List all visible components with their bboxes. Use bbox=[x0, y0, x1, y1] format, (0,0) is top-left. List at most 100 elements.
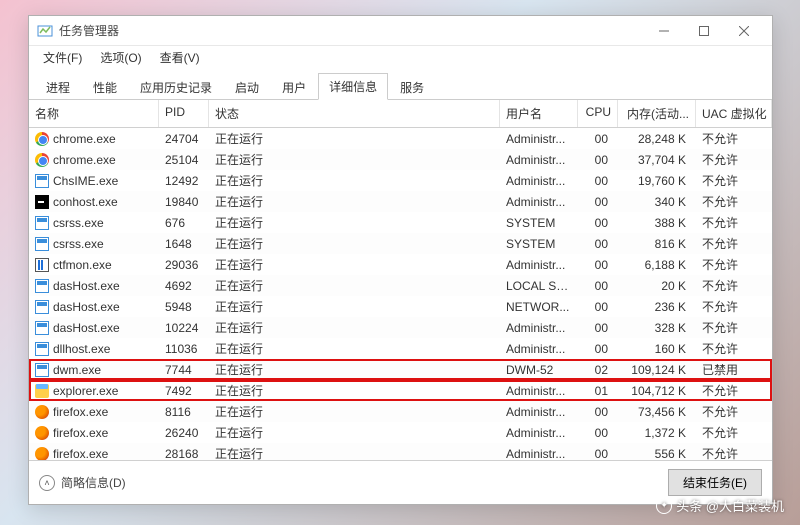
menu-item-0[interactable]: 文件(F) bbox=[35, 47, 90, 68]
process-pid: 12492 bbox=[159, 174, 209, 188]
process-row[interactable]: chrome.exe25104正在运行Administr...0037,704 … bbox=[29, 149, 772, 170]
process-cpu: 00 bbox=[578, 132, 618, 146]
menu-bar: 文件(F)选项(O)查看(V) bbox=[29, 46, 772, 68]
process-uac: 不允许 bbox=[696, 340, 772, 357]
process-icon bbox=[35, 132, 49, 146]
process-memory: 340 K bbox=[618, 195, 696, 209]
tab-bar: 进程性能应用历史记录启动用户详细信息服务 bbox=[29, 68, 772, 100]
process-memory: 816 K bbox=[618, 237, 696, 251]
tab-6[interactable]: 服务 bbox=[389, 74, 435, 100]
process-user: Administr... bbox=[500, 405, 578, 419]
process-name: dasHost.exe bbox=[53, 321, 120, 335]
col-header-status[interactable]: 状态 bbox=[209, 100, 500, 127]
process-icon bbox=[35, 405, 49, 419]
fewer-details-label: 简略信息(D) bbox=[61, 474, 126, 491]
process-uac: 不允许 bbox=[696, 151, 772, 168]
process-name: dasHost.exe bbox=[53, 300, 120, 314]
process-status: 正在运行 bbox=[209, 298, 500, 315]
process-list[interactable]: chrome.exe24704正在运行Administr...0028,248 … bbox=[29, 128, 772, 460]
process-icon bbox=[35, 447, 49, 461]
process-icon bbox=[35, 216, 49, 230]
menu-item-1[interactable]: 选项(O) bbox=[92, 47, 149, 68]
process-icon bbox=[35, 384, 49, 398]
process-status: 正在运行 bbox=[209, 256, 500, 273]
col-header-pid[interactable]: PID bbox=[159, 100, 209, 127]
process-user: DWM-52 bbox=[500, 363, 578, 377]
col-header-uac[interactable]: UAC 虚拟化 bbox=[696, 100, 772, 127]
process-pid: 7744 bbox=[159, 363, 209, 377]
process-status: 正在运行 bbox=[209, 319, 500, 336]
col-header-name[interactable]: 名称 bbox=[29, 100, 159, 127]
process-row[interactable]: dasHost.exe5948正在运行NETWOR...00236 K不允许 bbox=[29, 296, 772, 317]
process-pid: 26240 bbox=[159, 426, 209, 440]
process-row[interactable]: firefox.exe28168正在运行Administr...00556 K不… bbox=[29, 443, 772, 460]
process-row[interactable]: dllhost.exe11036正在运行Administr...00160 K不… bbox=[29, 338, 772, 359]
process-uac: 不允许 bbox=[696, 130, 772, 147]
process-memory: 109,124 K bbox=[618, 363, 696, 377]
process-row[interactable]: firefox.exe8116正在运行Administr...0073,456 … bbox=[29, 401, 772, 422]
close-button[interactable] bbox=[724, 17, 764, 45]
process-cpu: 00 bbox=[578, 258, 618, 272]
process-name: csrss.exe bbox=[53, 237, 104, 251]
process-row[interactable]: chrome.exe24704正在运行Administr...0028,248 … bbox=[29, 128, 772, 149]
process-row[interactable]: firefox.exe26240正在运行Administr...001,372 … bbox=[29, 422, 772, 443]
table-header-row: 名称 PID 状态 用户名 CPU 内存(活动... UAC 虚拟化 bbox=[29, 100, 772, 128]
col-header-user[interactable]: 用户名 bbox=[500, 100, 578, 127]
process-row[interactable]: dasHost.exe10224正在运行Administr...00328 K不… bbox=[29, 317, 772, 338]
col-header-cpu[interactable]: CPU bbox=[578, 100, 618, 127]
process-cpu: 00 bbox=[578, 321, 618, 335]
process-pid: 8116 bbox=[159, 405, 209, 419]
title-bar[interactable]: 任务管理器 bbox=[29, 16, 772, 46]
process-row[interactable]: ctfmon.exe29036正在运行Administr...006,188 K… bbox=[29, 254, 772, 275]
tab-3[interactable]: 启动 bbox=[224, 74, 270, 100]
tab-5[interactable]: 详细信息 bbox=[318, 73, 388, 100]
process-row[interactable]: ChsIME.exe12492正在运行Administr...0019,760 … bbox=[29, 170, 772, 191]
process-icon bbox=[35, 300, 49, 314]
process-cpu: 00 bbox=[578, 405, 618, 419]
process-pid: 11036 bbox=[159, 342, 209, 356]
process-user: Administr... bbox=[500, 153, 578, 167]
process-icon bbox=[35, 426, 49, 440]
process-status: 正在运行 bbox=[209, 130, 500, 147]
process-name: conhost.exe bbox=[53, 195, 118, 209]
process-uac: 不允许 bbox=[696, 256, 772, 273]
maximize-button[interactable] bbox=[684, 17, 724, 45]
process-icon bbox=[35, 363, 49, 377]
process-pid: 19840 bbox=[159, 195, 209, 209]
process-row[interactable]: explorer.exe7492正在运行Administr...01104,71… bbox=[29, 380, 772, 401]
col-header-memory[interactable]: 内存(活动... bbox=[618, 100, 696, 127]
process-uac: 不允许 bbox=[696, 424, 772, 441]
process-memory: 73,456 K bbox=[618, 405, 696, 419]
process-pid: 7492 bbox=[159, 384, 209, 398]
process-user: Administr... bbox=[500, 384, 578, 398]
tab-1[interactable]: 性能 bbox=[82, 74, 128, 100]
process-user: Administr... bbox=[500, 258, 578, 272]
process-memory: 236 K bbox=[618, 300, 696, 314]
process-memory: 1,372 K bbox=[618, 426, 696, 440]
tab-2[interactable]: 应用历史记录 bbox=[129, 74, 223, 100]
process-row[interactable]: dwm.exe7744正在运行DWM-5202109,124 K已禁用 bbox=[29, 359, 772, 380]
process-status: 正在运行 bbox=[209, 340, 500, 357]
process-status: 正在运行 bbox=[209, 424, 500, 441]
process-row[interactable]: csrss.exe676正在运行SYSTEM00388 K不允许 bbox=[29, 212, 772, 233]
process-row[interactable]: conhost.exe19840正在运行Administr...00340 K不… bbox=[29, 191, 772, 212]
process-name: firefox.exe bbox=[53, 426, 108, 440]
end-task-button[interactable]: 结束任务(E) bbox=[668, 469, 762, 496]
process-icon bbox=[35, 195, 49, 209]
minimize-button[interactable] bbox=[644, 17, 684, 45]
process-user: Administr... bbox=[500, 132, 578, 146]
fewer-details-toggle[interactable]: ˄ 简略信息(D) bbox=[39, 474, 126, 491]
process-uac: 不允许 bbox=[696, 445, 772, 460]
process-uac: 不允许 bbox=[696, 172, 772, 189]
process-pid: 25104 bbox=[159, 153, 209, 167]
process-cpu: 00 bbox=[578, 237, 618, 251]
process-row[interactable]: csrss.exe1648正在运行SYSTEM00816 K不允许 bbox=[29, 233, 772, 254]
menu-item-2[interactable]: 查看(V) bbox=[152, 47, 208, 68]
process-memory: 388 K bbox=[618, 216, 696, 230]
process-row[interactable]: dasHost.exe4692正在运行LOCAL SE...0020 K不允许 bbox=[29, 275, 772, 296]
process-name: firefox.exe bbox=[53, 447, 108, 461]
tab-0[interactable]: 进程 bbox=[35, 74, 81, 100]
process-name: firefox.exe bbox=[53, 405, 108, 419]
footer-bar: ˄ 简略信息(D) 结束任务(E) bbox=[29, 460, 772, 504]
tab-4[interactable]: 用户 bbox=[271, 74, 317, 100]
